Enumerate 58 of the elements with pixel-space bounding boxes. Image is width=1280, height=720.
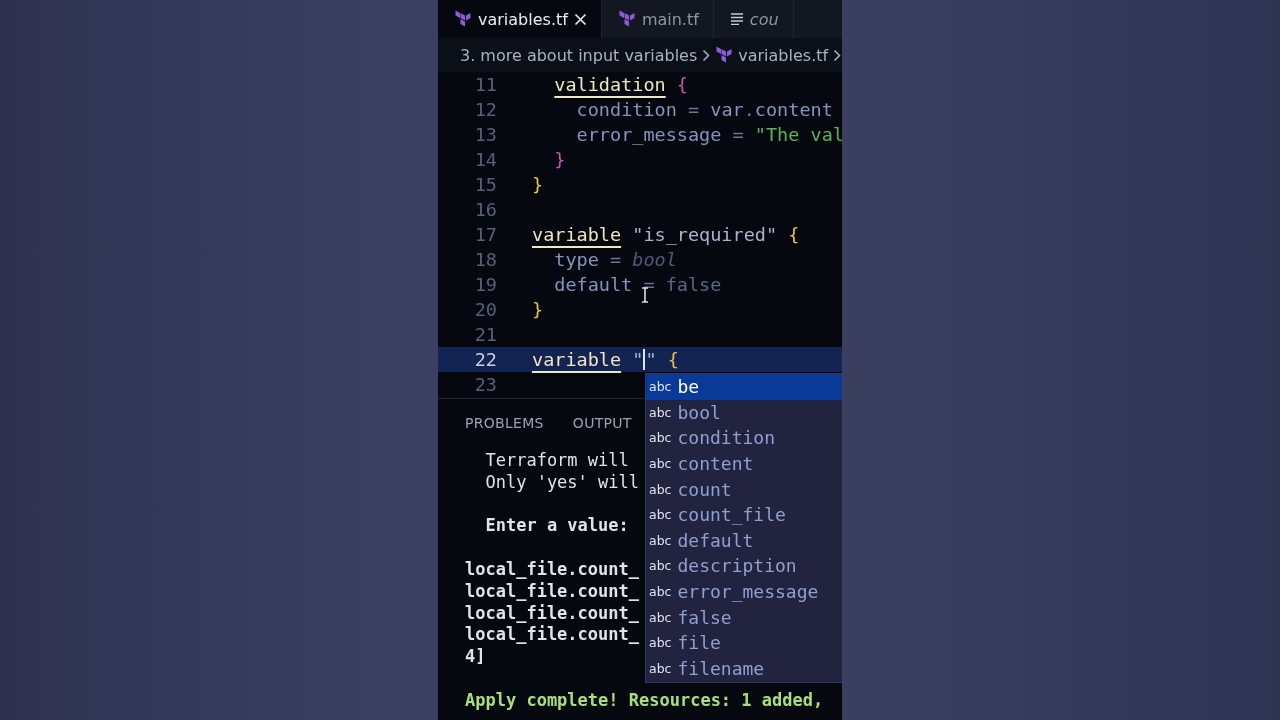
terminal-line: local_file.count_ xyxy=(465,559,639,581)
suggestion-item[interactable]: abc content xyxy=(646,450,842,477)
suggestion-item[interactable]: abc file xyxy=(646,629,842,656)
breadcrumb-item[interactable]: variables.tf xyxy=(738,45,829,65)
suggestion-item[interactable]: abc be xyxy=(646,374,842,400)
line-number: 15 xyxy=(473,174,497,195)
line-number: 18 xyxy=(473,249,497,270)
close-icon[interactable] xyxy=(573,12,587,26)
terminal-line: local_file.count_ xyxy=(465,624,639,647)
line-number: 14 xyxy=(473,149,497,170)
panel-tab[interactable]: OUTPUT xyxy=(572,415,632,431)
code-line: variable "is_required" { xyxy=(532,224,800,245)
breadcrumb-item[interactable]: 3. more about input variables xyxy=(460,45,698,65)
code-line: } xyxy=(532,174,544,195)
line-number: 12 xyxy=(473,99,497,120)
suggestion-item[interactable]: abc count xyxy=(646,476,842,502)
line-number: 23 xyxy=(473,374,497,395)
terminal-line: local_file.count_ xyxy=(465,580,639,603)
line-number: 16 xyxy=(473,199,497,220)
code-line: error_message = "The val xyxy=(576,124,842,145)
terminal-line: local_file.count_ xyxy=(465,602,639,625)
terminal-line: 4] xyxy=(465,646,486,668)
terminal-line: Apply complete! Resources: 1 added, xyxy=(465,689,824,712)
code-line: } xyxy=(554,149,566,170)
code-line: condition = var.content xyxy=(576,99,833,120)
terraform-icon xyxy=(454,10,472,28)
line-number: 19 xyxy=(473,274,497,295)
lines-icon xyxy=(729,13,744,25)
line-number: 13 xyxy=(473,124,497,145)
terminal-line: Terraform will xyxy=(484,450,629,472)
suggestion-item[interactable]: abc bool xyxy=(646,399,842,426)
text-cursor-icon xyxy=(641,287,649,303)
line-number: 17 xyxy=(473,224,497,245)
editor-tab[interactable]: variables.tf xyxy=(438,0,602,38)
text-cursor xyxy=(643,349,646,370)
code-line: type = bool xyxy=(554,249,677,270)
terraform-icon xyxy=(715,46,734,64)
chevron-right-icon xyxy=(833,48,842,62)
suggestion-item[interactable]: abc false xyxy=(646,604,842,630)
suggestion-item[interactable]: abc filename xyxy=(646,655,842,682)
terminal-line: Enter a value: xyxy=(484,515,629,538)
line-number: 20 xyxy=(473,299,497,320)
terraform-icon xyxy=(617,10,636,28)
suggestion-item[interactable]: abc condition xyxy=(646,425,842,451)
suggestion-item[interactable]: abc error_message xyxy=(646,578,842,605)
terminal-line: Only 'yes' will xyxy=(484,471,639,494)
code-line: variable "" { xyxy=(532,349,679,370)
line-number: 22 xyxy=(473,349,497,370)
line-number: 21 xyxy=(473,324,497,345)
panel-tab[interactable]: PROBLEMS xyxy=(465,415,544,431)
code-line: } xyxy=(532,299,544,320)
line-number: 11 xyxy=(473,74,497,95)
chevron-right-icon xyxy=(702,48,711,62)
suggestion-item[interactable]: abc default xyxy=(646,527,842,554)
suggestion-item[interactable]: abc description xyxy=(646,553,842,579)
suggestion-item[interactable]: abc count_file xyxy=(646,501,842,528)
code-line: validation { xyxy=(554,74,688,95)
code-line: default = false xyxy=(554,274,722,295)
